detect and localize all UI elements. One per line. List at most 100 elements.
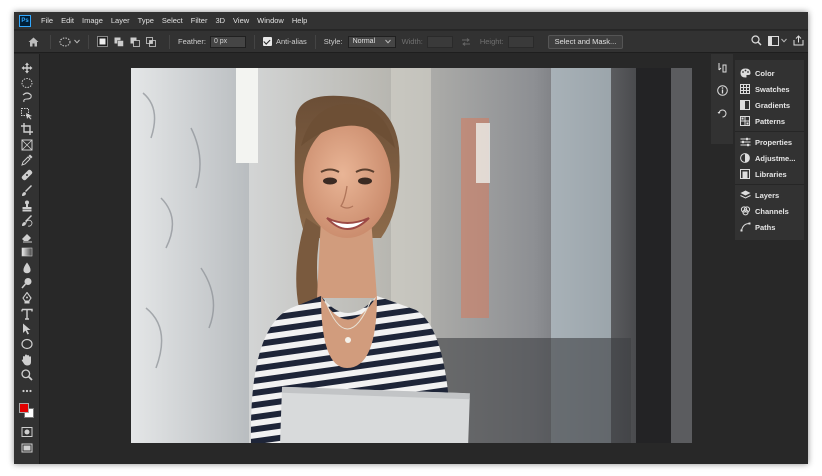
menu-bar: Ps File Edit Image Layer Type Select Fil… — [14, 12, 808, 30]
menu-type[interactable]: Type — [134, 16, 158, 25]
object-select-tool-icon[interactable] — [20, 107, 34, 121]
options-bar-right — [751, 35, 804, 46]
subtract-selection-button[interactable] — [129, 36, 140, 47]
separator — [88, 34, 89, 49]
home-icon[interactable] — [24, 33, 42, 51]
separator — [50, 34, 51, 49]
panel-tab-swatches[interactable]: Swatches — [735, 81, 804, 97]
properties-sliders-icon — [739, 136, 751, 148]
tools-panel — [14, 54, 40, 464]
menu-help[interactable]: Help — [288, 16, 311, 25]
height-input[interactable] — [507, 35, 534, 48]
libraries-icon — [739, 168, 751, 180]
brush-tool-icon[interactable] — [20, 184, 34, 198]
panel-tab-color[interactable]: Color — [735, 65, 804, 81]
options-bar: Feather: 0 px Anti-alias Style: Normal W… — [14, 31, 808, 53]
menu-select[interactable]: Select — [158, 16, 187, 25]
menu-view[interactable]: View — [229, 16, 253, 25]
screen-mode-icon[interactable] — [20, 441, 34, 455]
workspace-switcher[interactable] — [768, 35, 787, 46]
search-icon[interactable] — [751, 35, 762, 46]
color-swatches[interactable] — [18, 402, 36, 420]
clone-stamp-tool-icon[interactable] — [20, 199, 34, 213]
panels-dock: Color Swatches Gradients Patterns Proper… — [735, 60, 804, 240]
new-selection-button[interactable] — [97, 36, 108, 47]
healing-brush-tool-icon[interactable] — [20, 168, 34, 182]
antialias-toggle[interactable]: Anti-alias — [262, 37, 307, 46]
type-tool-icon[interactable] — [20, 307, 34, 321]
info-icon[interactable] — [716, 85, 728, 96]
feather-input[interactable]: 0 px — [209, 35, 246, 48]
workspace-icon — [768, 35, 779, 46]
lasso-tool-icon[interactable] — [20, 91, 34, 105]
eraser-tool-icon[interactable] — [20, 230, 34, 244]
collapsed-panel-strip — [711, 54, 733, 144]
panel-tab-patterns[interactable]: Patterns — [735, 113, 804, 129]
style-select[interactable]: Normal — [347, 35, 396, 48]
swatches-grid-icon — [739, 83, 751, 95]
hand-tool-icon[interactable] — [20, 353, 34, 367]
marquee-preset-picker[interactable] — [59, 37, 80, 47]
blur-tool-icon[interactable] — [20, 261, 34, 275]
share-icon[interactable] — [793, 35, 804, 46]
marquee-tool-icon[interactable] — [20, 76, 34, 90]
menu-edit[interactable]: Edit — [57, 16, 78, 25]
document-canvas[interactable] — [131, 68, 692, 443]
more-tools-icon[interactable] — [20, 384, 34, 398]
panel-tab-layers[interactable]: Layers — [735, 187, 804, 203]
menu-3d[interactable]: 3D — [211, 16, 229, 25]
chevron-down-icon — [384, 39, 391, 44]
crop-tool-icon[interactable] — [20, 122, 34, 136]
actions-icon[interactable] — [717, 108, 728, 119]
dodge-tool-icon[interactable] — [20, 276, 34, 290]
quick-mask-icon[interactable] — [20, 425, 34, 439]
width-input[interactable] — [426, 35, 453, 48]
adjustments-icon — [739, 152, 751, 164]
panel-tab-paths[interactable]: Paths — [735, 219, 804, 235]
menu-layer[interactable]: Layer — [107, 16, 134, 25]
panel-tab-channels[interactable]: Channels — [735, 203, 804, 219]
patterns-grid-icon — [739, 115, 751, 127]
move-tool-icon[interactable] — [20, 61, 34, 75]
panel-label: Libraries — [755, 169, 787, 179]
panel-group-layers: Layers Channels Paths — [735, 185, 804, 237]
pen-tool-icon[interactable] — [20, 291, 34, 305]
intersect-selection-button[interactable] — [145, 36, 156, 47]
new-selection-icon — [99, 38, 106, 45]
foreground-color-swatch[interactable] — [18, 403, 29, 414]
document-workspace — [41, 54, 706, 464]
add-selection-button[interactable] — [113, 36, 124, 47]
frame-tool-icon[interactable] — [20, 138, 34, 152]
feather-label: Feather: — [178, 37, 206, 46]
shape-tool-icon[interactable] — [20, 337, 34, 351]
path-select-tool-icon[interactable] — [20, 322, 34, 336]
panel-label: Gradients — [755, 100, 791, 110]
panel-group-color: Color Swatches Gradients Patterns — [735, 63, 804, 132]
panel-tab-adjustments[interactable]: Adjustme... — [735, 150, 804, 166]
panel-tab-properties[interactable]: Properties — [735, 134, 804, 150]
chevron-down-icon — [74, 39, 80, 44]
eyedropper-tool-icon[interactable] — [20, 153, 34, 167]
menu-filter[interactable]: Filter — [187, 16, 212, 25]
menu-image[interactable]: Image — [78, 16, 107, 25]
gradient-tool-icon[interactable] — [20, 245, 34, 259]
panel-label: Paths — [755, 222, 776, 232]
width-label: Width: — [401, 37, 423, 46]
history-icon[interactable] — [717, 62, 728, 73]
color-palette-icon — [739, 67, 751, 79]
panel-label: Swatches — [755, 84, 790, 94]
panel-label: Properties — [755, 137, 793, 147]
paths-icon — [739, 221, 751, 233]
history-brush-tool-icon[interactable] — [20, 214, 34, 228]
panel-tab-libraries[interactable]: Libraries — [735, 166, 804, 182]
zoom-tool-icon[interactable] — [20, 368, 34, 382]
menu-file[interactable]: File — [37, 16, 57, 25]
menu-window[interactable]: Window — [253, 16, 288, 25]
select-and-mask-button[interactable]: Select and Mask... — [547, 34, 624, 49]
antialias-checkbox[interactable] — [262, 37, 272, 46]
swap-dimensions-icon[interactable] — [461, 37, 471, 46]
panel-tab-gradients[interactable]: Gradients — [735, 97, 804, 113]
elliptical-marquee-icon — [59, 37, 71, 46]
photoshop-logo: Ps — [19, 14, 31, 27]
intersect-selection-icon — [145, 36, 156, 47]
